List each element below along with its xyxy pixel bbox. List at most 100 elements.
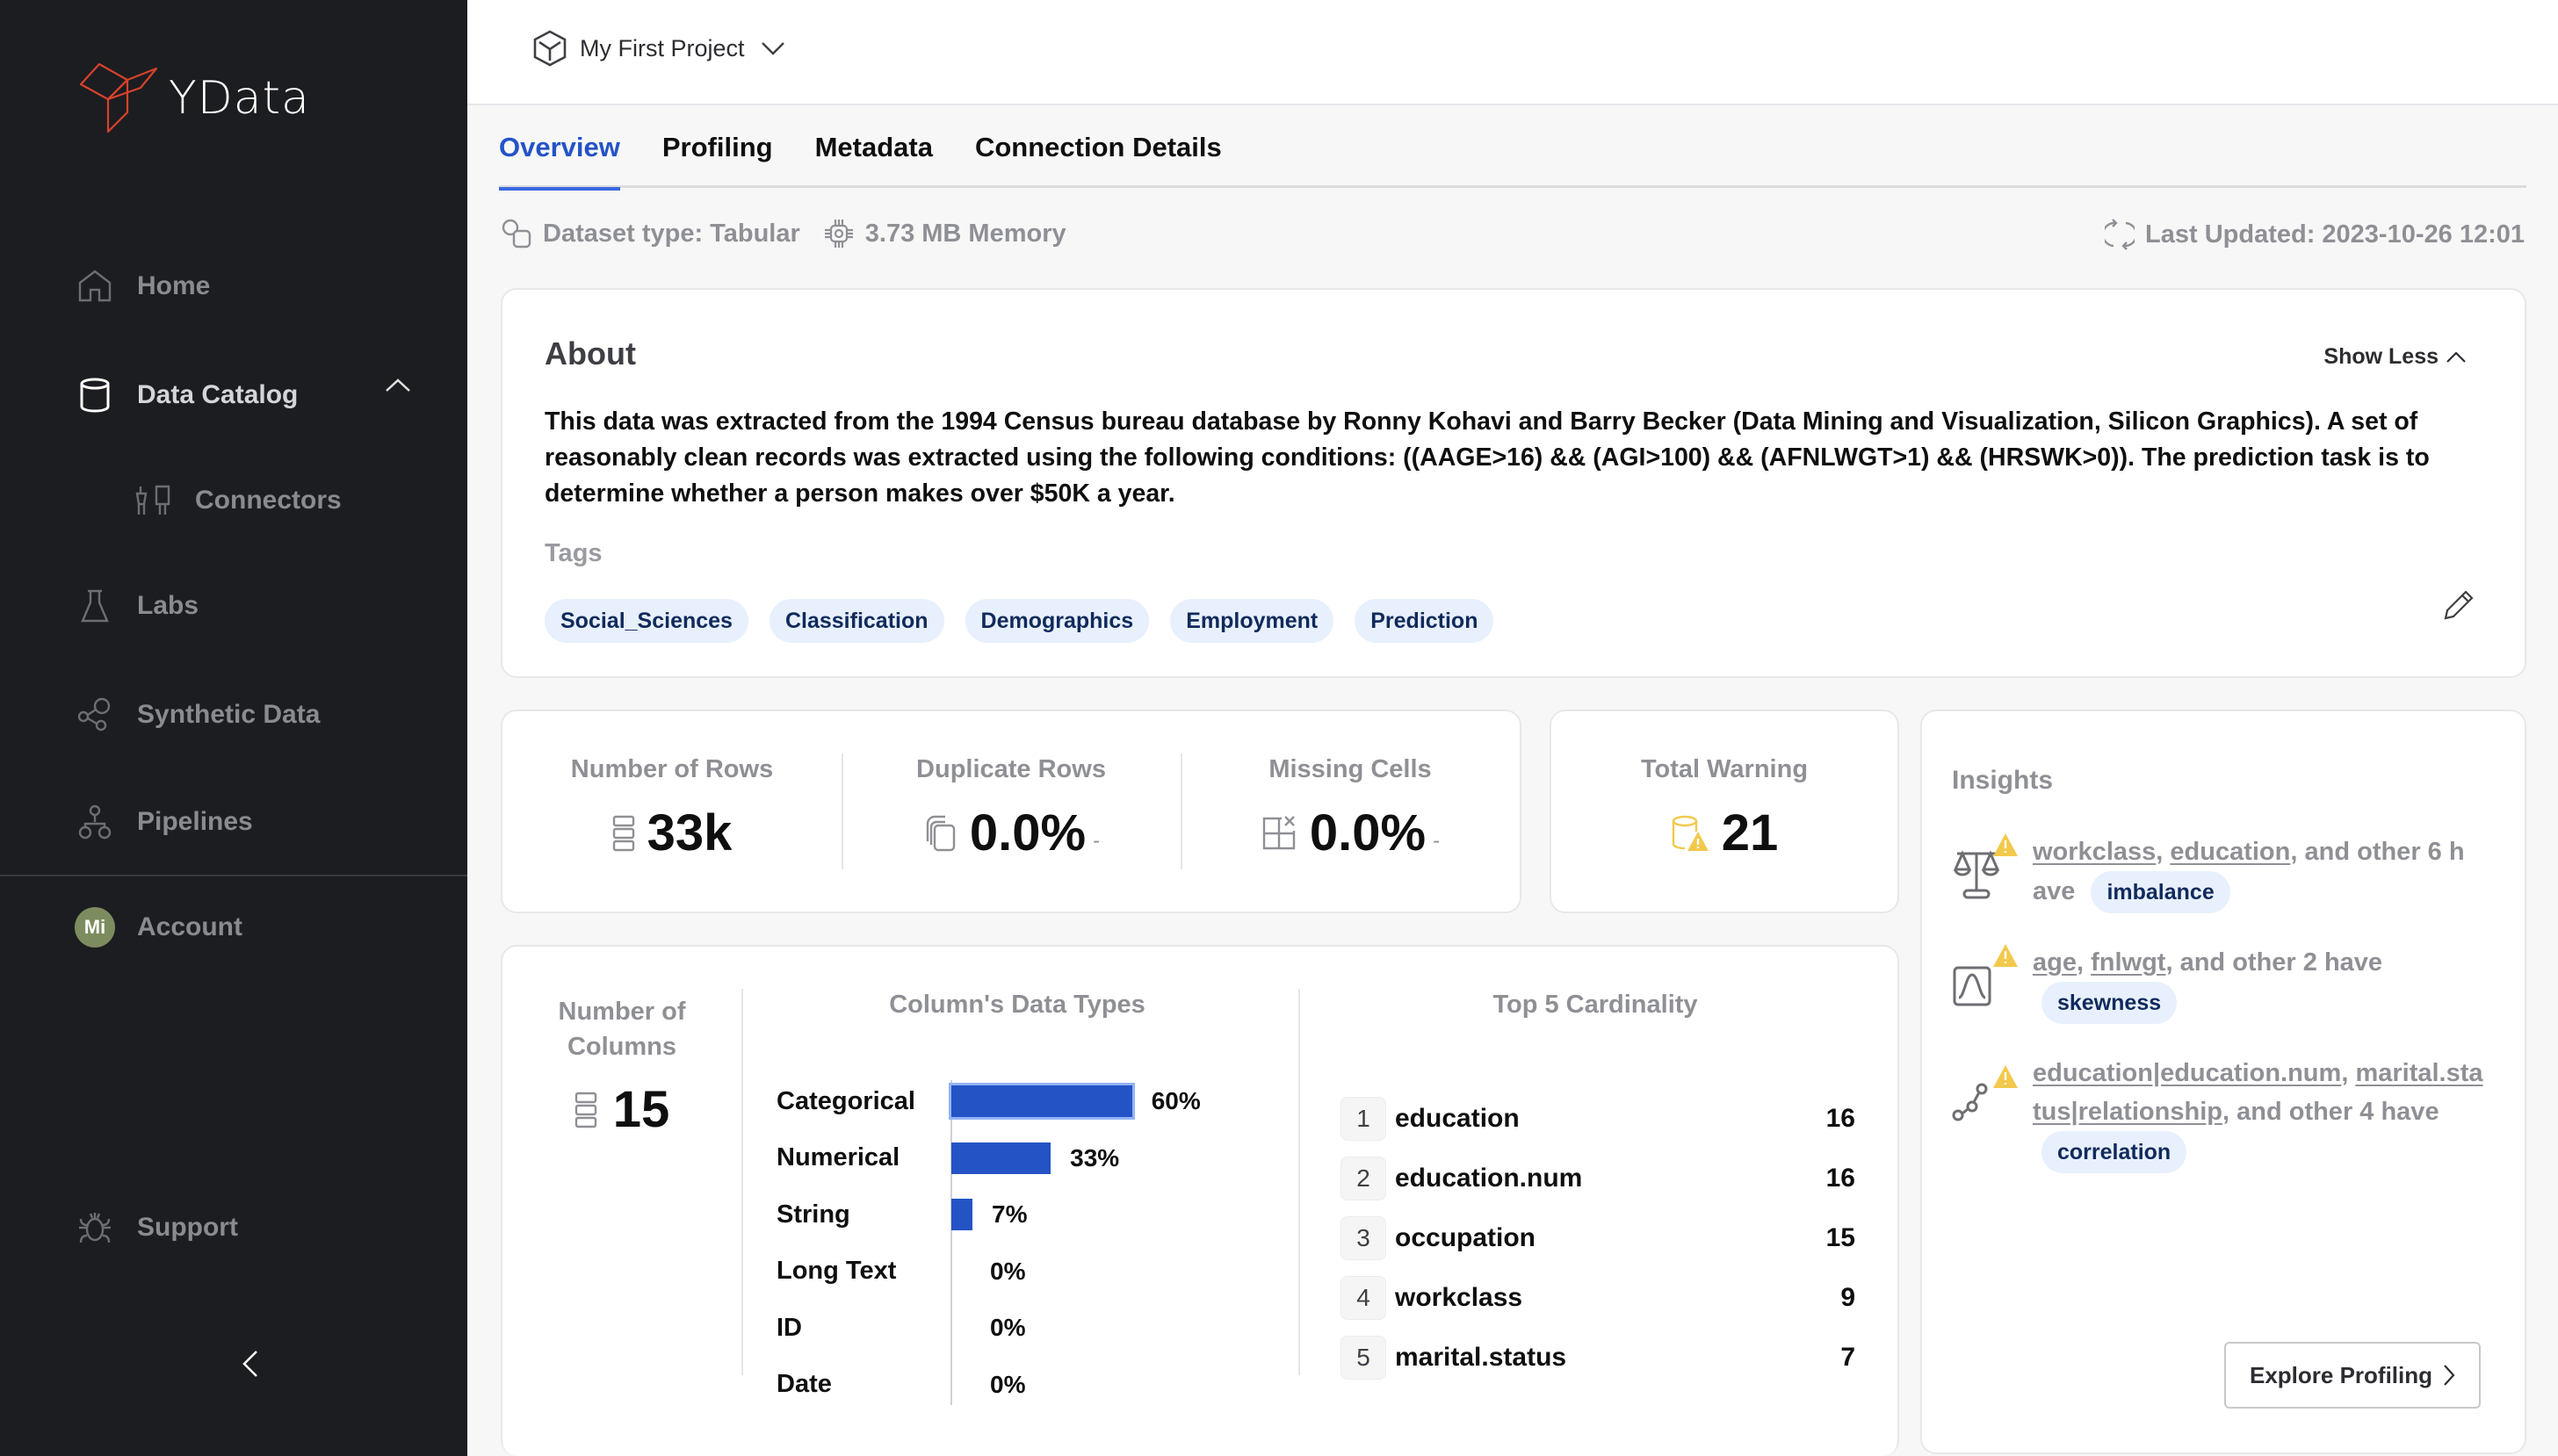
sidebar: YData Home Data Catalog Connectors Labs …: [0, 0, 467, 1456]
insight-item: workclass, education, and other 6 h ave …: [1952, 833, 2497, 913]
chart-axis: [950, 1080, 952, 1405]
bar-label: Long Text: [777, 1257, 897, 1285]
chevron-up-icon[interactable]: [385, 378, 411, 393]
sidebar-item-label: Data Catalog: [137, 380, 299, 409]
sidebar-item-labs[interactable]: Labs: [74, 580, 199, 632]
tag[interactable]: Prediction: [1355, 599, 1494, 643]
project-selector[interactable]: My First Project: [532, 30, 785, 67]
chevron-up-icon: [2446, 350, 2466, 363]
bug-icon: [74, 1207, 116, 1249]
sidebar-item-label: Synthetic Data: [137, 700, 321, 729]
cardinality-row[interactable]: 2 education.num 16: [1340, 1149, 1855, 1208]
bar-label: Date: [777, 1370, 832, 1398]
last-updated-text: Last Updated: 2023-10-26 12:01: [2145, 220, 2525, 249]
insight-badge: skewness: [2041, 982, 2178, 1024]
divider: [1298, 989, 1300, 1375]
home-icon: [74, 265, 116, 307]
bar-label: Categorical: [777, 1086, 915, 1115]
bar[interactable]: [949, 1083, 1135, 1120]
about-description: This data was extracted from the 1994 Ce…: [545, 407, 2430, 508]
cardinality-row[interactable]: 3 occupation 15: [1340, 1208, 1855, 1268]
ydata-logo-icon: [79, 62, 158, 133]
database-icon: [74, 374, 116, 416]
sidebar-divider: [0, 875, 467, 876]
sidebar-item-home[interactable]: Home: [74, 260, 210, 313]
memory-size: 3.73 MB Memory: [864, 219, 1066, 248]
tab-bar: Overview Profiling Metadata Connection D…: [499, 128, 2526, 191]
data-types-title: Column's Data Types: [889, 991, 1145, 1019]
cardinality-list: 1 education 16 2 education.num 16 3 occupatio…: [1340, 1089, 1855, 1388]
tag-list: Social_Sciences Classification Demograph…: [545, 599, 1514, 643]
insight-badge: imbalance: [2091, 871, 2230, 913]
bar-row: ID 0%: [777, 1307, 1286, 1349]
bar-label: Numerical: [777, 1143, 900, 1171]
chip-icon: [823, 218, 855, 249]
total-warning-label: Total Warning: [1640, 755, 1809, 783]
warning-icon: [1993, 833, 2018, 856]
insight-column-link[interactable]: workclass: [2033, 838, 2156, 866]
sidebar-item-label: Labs: [137, 591, 199, 620]
chevron-right-icon: [2444, 1365, 2455, 1386]
insights-card: Insights workclass, education, and other…: [1920, 710, 2526, 1454]
tag[interactable]: Classification: [769, 599, 944, 643]
about-title: About: [545, 335, 636, 371]
collapse-sidebar-icon[interactable]: [237, 1348, 264, 1380]
columns-icon: [574, 1092, 596, 1128]
avatar: Mi: [75, 907, 115, 948]
insight-item: age, fnlwgt, and other 2 have skewness: [1952, 943, 2497, 1024]
sidebar-item-label: Connectors: [195, 486, 342, 515]
insight-column-link[interactable]: age: [2033, 948, 2077, 977]
cardinality-row[interactable]: 4 workclass 9: [1340, 1268, 1855, 1328]
explore-profiling-button[interactable]: Explore Profiling: [2224, 1342, 2481, 1409]
tab-profiling[interactable]: Profiling: [662, 128, 773, 188]
brand-name: YData: [169, 72, 310, 125]
insights-title: Insights: [1952, 766, 2054, 795]
bar-label: ID: [777, 1313, 802, 1342]
sidebar-item-account[interactable]: Mi Account: [74, 901, 242, 954]
duplicate-icon: [926, 815, 956, 851]
tab-connection-details[interactable]: Connection Details: [975, 128, 1222, 188]
sidebar-item-connectors[interactable]: Connectors: [132, 474, 342, 527]
share-nodes-icon: [74, 694, 116, 736]
bar-label: String: [777, 1200, 850, 1229]
project-name: My First Project: [580, 34, 745, 61]
tag[interactable]: Demographics: [965, 599, 1150, 643]
cardinality-title: Top 5 Cardinality: [1492, 991, 1698, 1019]
total-warning-card[interactable]: Total Warning 21: [1550, 710, 1899, 913]
edit-pencil-icon[interactable]: [2442, 588, 2475, 622]
sidebar-item-data-catalog[interactable]: Data Catalog: [74, 369, 298, 422]
show-less-button[interactable]: Show Less: [2323, 344, 2467, 370]
stat-missing-cells: Missing Cells 0.0% -: [1181, 711, 1520, 912]
bar-value-label: 33%: [1070, 1143, 1120, 1171]
tab-overview[interactable]: Overview: [499, 128, 620, 191]
tags-label: Tags: [545, 539, 603, 567]
total-warning-value: 21: [1721, 804, 1779, 861]
rows-icon: [612, 815, 634, 851]
bar[interactable]: [951, 1199, 972, 1230]
tag[interactable]: Social_Sciences: [545, 599, 748, 643]
cardinality-row[interactable]: 5 marital.status 7: [1340, 1328, 1855, 1388]
tab-metadata[interactable]: Metadata: [815, 128, 933, 188]
insight-column-link[interactable]: education: [2170, 838, 2290, 866]
about-card: About Show Less This data was extracted …: [501, 288, 2526, 678]
bar-value-label: 0%: [990, 1314, 1026, 1341]
ydata-logo[interactable]: YData: [79, 61, 310, 135]
cardinality-row[interactable]: 1 education 16: [1340, 1089, 1855, 1149]
scale-icon: [1953, 850, 2000, 899]
bar-value-label: 0%: [990, 1257, 1026, 1285]
sidebar-item-support[interactable]: Support: [74, 1201, 238, 1254]
sidebar-item-synthetic-data[interactable]: Synthetic Data: [74, 688, 320, 741]
sidebar-item-pipelines[interactable]: Pipelines: [74, 796, 253, 848]
refresh-icon[interactable]: [2105, 218, 2135, 251]
insight-item: education|education.num, marital.status|…: [1952, 1054, 2497, 1173]
stats-card: Number of Rows 33k Duplicate Rows 0.0% -…: [501, 710, 1521, 913]
bar[interactable]: [951, 1142, 1051, 1174]
insight-column-link[interactable]: fnlwgt: [2091, 948, 2165, 977]
insight-column-link[interactable]: education|education.num: [2033, 1059, 2341, 1087]
distribution-icon: [1953, 966, 1991, 1006]
dataset-type: Dataset type: Tabular: [543, 219, 800, 248]
pipeline-icon: [74, 801, 116, 843]
tag[interactable]: Employment: [1170, 599, 1334, 643]
sidebar-item-label: Account: [137, 912, 242, 941]
stat-rows: Number of Rows 33k: [570, 755, 774, 861]
